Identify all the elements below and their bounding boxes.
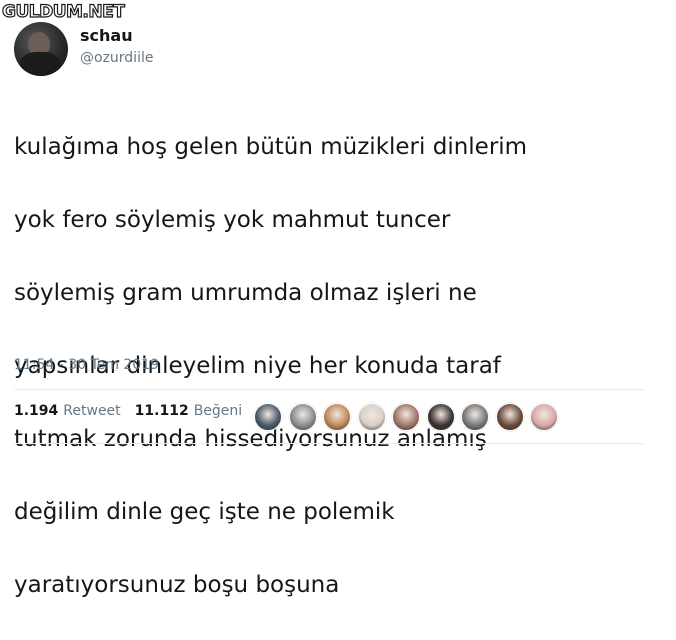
- divider-bottom: [14, 443, 644, 444]
- liker-avatar-3[interactable]: [323, 403, 351, 431]
- tweet-line: yok fero söylemiş yok mahmut tuncer: [14, 206, 451, 233]
- engagement-stats: 1.194 Retweet 11.112 Beğeni: [14, 403, 256, 419]
- liker-avatar-5[interactable]: [392, 403, 420, 431]
- divider-top: [14, 389, 644, 390]
- like-label: Beğeni: [193, 403, 243, 419]
- author-display-name[interactable]: schau: [80, 26, 153, 46]
- author-handle[interactable]: @ozurdiile: [80, 49, 153, 67]
- liker-avatar-6[interactable]: [426, 403, 455, 431]
- tweet-line: değilim dinle geç işte ne polemik: [14, 498, 395, 525]
- tweet-timestamp[interactable]: 11:54 - 30 Tem 2019: [14, 357, 159, 373]
- author-names: schau @ozurdiile: [80, 26, 153, 67]
- like-count-group[interactable]: 11.112 Beğeni: [135, 403, 243, 419]
- author-avatar[interactable]: [14, 22, 68, 76]
- tweet-line: kulağıma hoş gelen bütün müzikleri dinle…: [14, 133, 528, 160]
- liker-avatar-8[interactable]: [495, 403, 524, 431]
- retweet-count: 1.194: [14, 403, 59, 419]
- liker-avatar-4[interactable]: [357, 403, 386, 431]
- liker-avatar-2[interactable]: [288, 403, 317, 431]
- watermark-logo: GULDUM.NET: [1, 2, 125, 22]
- liker-avatar-9[interactable]: [530, 403, 558, 431]
- like-count: 11.112: [134, 403, 189, 419]
- tweet-line: söylemiş gram umrumda olmaz işleri ne: [14, 279, 477, 306]
- liker-avatar-7[interactable]: [461, 403, 489, 431]
- liker-avatar-1[interactable]: [254, 403, 282, 431]
- retweet-label: Retweet: [63, 403, 121, 419]
- retweet-count-group[interactable]: 1.194 Retweet: [14, 403, 121, 419]
- tweet-header: schau @ozurdiile: [14, 22, 153, 76]
- tweet-line: yaratıyorsunuz boşu boşuna: [14, 571, 340, 598]
- liker-avatars: [254, 403, 565, 431]
